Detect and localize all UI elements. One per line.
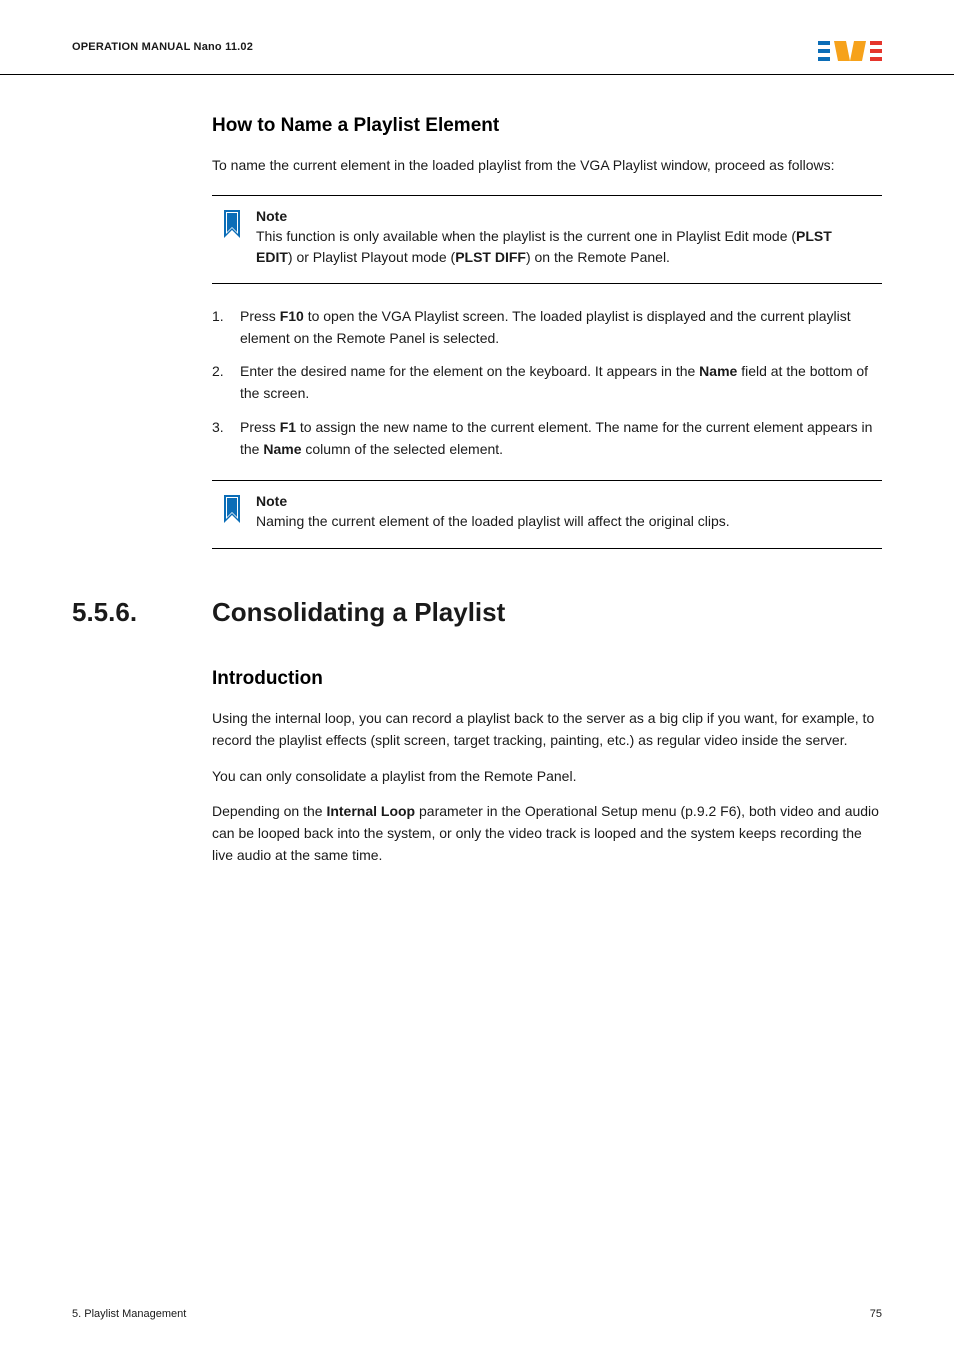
page-content: How to Name a Playlist Element To name t… — [0, 115, 954, 866]
evs-logo — [818, 32, 882, 62]
step-1-post: to open the VGA Playlist screen. The loa… — [240, 308, 851, 346]
intro-heading: Introduction — [212, 668, 882, 690]
step-2-pre: Enter the desired name for the element o… — [240, 363, 699, 379]
section-body: Introduction Using the internal loop, yo… — [212, 668, 882, 866]
note-bookmark-icon — [222, 210, 242, 249]
step-2: Enter the desired name for the element o… — [212, 361, 882, 404]
manual-title: OPERATION MANUAL Nano 11.02 — [72, 41, 253, 53]
note-1-post: ) on the Remote Panel. — [526, 249, 670, 265]
note-bookmark-icon — [222, 495, 242, 534]
intro-p1: Using the internal loop, you can record … — [212, 708, 882, 751]
intro-p3: Depending on the Internal Loop parameter… — [212, 801, 882, 866]
step-2-bold: Name — [699, 363, 737, 379]
step-3-post: column of the selected element. — [302, 441, 504, 457]
howto-intro: To name the current element in the loade… — [212, 155, 882, 177]
note-2-title: Note — [256, 493, 872, 509]
step-3-bold-1: F1 — [280, 419, 296, 435]
step-1: Press F10 to open the VGA Playlist scree… — [212, 306, 882, 349]
footer-page-number: 75 — [870, 1308, 882, 1320]
evs-logo-icon — [818, 32, 882, 62]
footer-left: 5. Playlist Management — [72, 1308, 186, 1320]
intro-p2: You can only consolidate a playlist from… — [212, 766, 882, 788]
intro-p3-pre: Depending on the — [212, 803, 326, 819]
step-3: Press F1 to assign the new name to the c… — [212, 417, 882, 460]
section-number: 5.5.6. — [72, 597, 212, 628]
howto-heading: How to Name a Playlist Element — [212, 115, 882, 137]
step-3-pre: Press — [240, 419, 280, 435]
note-1-b2: PLST DIFF — [455, 249, 526, 265]
step-1-pre: Press — [240, 308, 280, 324]
step-1-bold: F10 — [280, 308, 304, 324]
howto-block: How to Name a Playlist Element To name t… — [212, 115, 882, 549]
section-heading-row: 5.5.6. Consolidating a Playlist — [72, 597, 882, 628]
note-1-text: Note This function is only available whe… — [256, 208, 872, 269]
note-2-body: Naming the current element of the loaded… — [256, 511, 872, 533]
step-3-bold-2: Name — [263, 441, 301, 457]
note-2-text: Note Naming the current element of the l… — [256, 493, 872, 533]
page-header: OPERATION MANUAL Nano 11.02 — [0, 0, 954, 75]
note-1-mid: ) or Playlist Playout mode ( — [288, 249, 455, 265]
note-box-2: Note Naming the current element of the l… — [212, 480, 882, 549]
steps-list: Press F10 to open the VGA Playlist scree… — [212, 306, 882, 460]
note-1-title: Note — [256, 208, 872, 224]
note-1-pre: This function is only available when the… — [256, 228, 796, 244]
note-1-body: This function is only available when the… — [256, 226, 872, 269]
note-box-1: Note This function is only available whe… — [212, 195, 882, 284]
section-title: Consolidating a Playlist — [212, 597, 505, 628]
page-footer: 5. Playlist Management 75 — [72, 1308, 882, 1320]
intro-p3-bold: Internal Loop — [326, 803, 415, 819]
